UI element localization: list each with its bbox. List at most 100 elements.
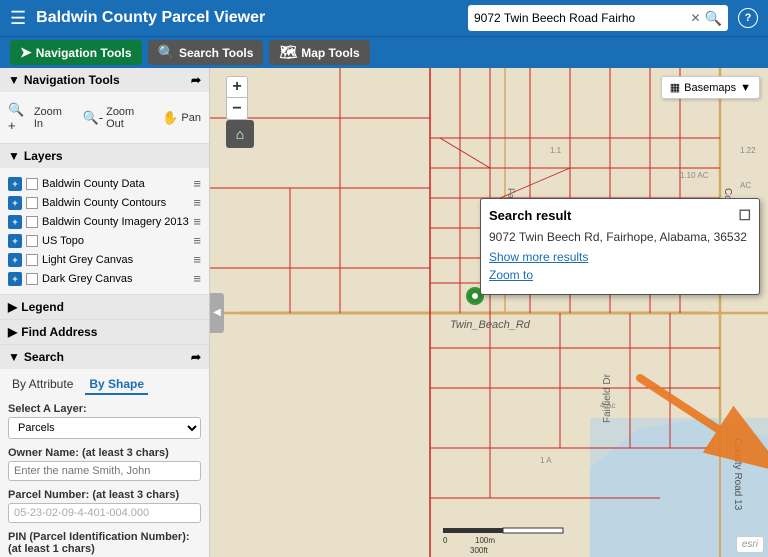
- find-address-header[interactable]: ▶ Find Address: [0, 320, 209, 344]
- popup-address: 9072 Twin Beech Rd, Fairhope, Alabama, 3…: [489, 230, 751, 244]
- layer-menu-5[interactable]: ≡: [193, 271, 201, 286]
- map-area[interactable]: Fairfield Dr Twin_Beach_Rd County Road C…: [210, 68, 768, 557]
- search-tabs: By Attribute By Shape: [8, 375, 201, 395]
- layer-checkbox-1[interactable]: [26, 197, 38, 209]
- legend-arrow-icon: ▶: [8, 300, 17, 314]
- layer-toggle-5[interactable]: +: [8, 272, 22, 286]
- show-more-results-link[interactable]: Show more results: [489, 250, 751, 264]
- esri-badge: esri: [736, 536, 764, 553]
- layer-item-2: + Baldwin County Imagery 2013 ≡: [8, 212, 201, 231]
- layer-toggle-1[interactable]: +: [8, 196, 22, 210]
- sidebar: ▼ Navigation Tools ➦ 🔍+ Zoom In 🔍- Zoom …: [0, 68, 210, 557]
- layers-section-label: Layers: [24, 149, 201, 163]
- svg-text:AC: AC: [740, 181, 751, 190]
- layers-header[interactable]: ▼ Layers: [0, 144, 209, 168]
- layer-item-0: + Baldwin County Data ≡: [8, 174, 201, 193]
- layer-checkbox-0[interactable]: [26, 178, 38, 190]
- address-search-input[interactable]: [474, 11, 691, 25]
- basemap-label: Basemaps: [684, 82, 736, 94]
- basemap-chevron-icon: ▼: [740, 82, 751, 94]
- map-svg: Fairfield Dr Twin_Beach_Rd County Road C…: [210, 68, 768, 557]
- layer-toggle-0[interactable]: +: [8, 177, 22, 191]
- search-clear-icon[interactable]: ✕: [691, 11, 701, 25]
- nav-share-icon: ➦: [191, 73, 201, 87]
- legend-header[interactable]: ▶ Legend: [0, 295, 209, 319]
- zoom-out-label: Zoom Out: [106, 106, 152, 130]
- owner-name-label: Owner Name: (at least 3 chars): [8, 447, 201, 459]
- svg-text:1 A: 1 A: [540, 456, 552, 465]
- layer-toggle-3[interactable]: +: [8, 234, 22, 248]
- select-layer-label: Select A Layer:: [8, 403, 201, 415]
- pan-tool[interactable]: ✋ Pan: [162, 110, 201, 126]
- help-button[interactable]: ?: [738, 8, 758, 28]
- basemap-button[interactable]: ▦ Basemaps ▼: [661, 76, 760, 99]
- layer-item-4: + Light Grey Canvas ≡: [8, 250, 201, 269]
- layer-name-1: Baldwin County Contours: [42, 197, 189, 209]
- collapse-sidebar-button[interactable]: ◀: [210, 293, 224, 333]
- home-button[interactable]: ⌂: [226, 120, 254, 148]
- nav-tools-header[interactable]: ▼ Navigation Tools ➦: [0, 68, 209, 92]
- nav-tools-button[interactable]: ➤ Navigation Tools: [10, 40, 142, 65]
- layer-item-5: + Dark Grey Canvas ≡: [8, 269, 201, 288]
- search-arrow-icon: ▼: [8, 350, 20, 364]
- pan-icon: ✋: [162, 110, 178, 126]
- find-address-arrow-icon: ▶: [8, 325, 17, 339]
- layer-name-2: Baldwin County Imagery 2013: [42, 216, 189, 228]
- app-title: Baldwin County Parcel Viewer: [36, 9, 458, 27]
- popup-close-button[interactable]: ☐: [738, 207, 751, 224]
- tab-by-shape[interactable]: By Shape: [85, 375, 148, 395]
- layer-checkbox-2[interactable]: [26, 216, 38, 228]
- legend-section: ▶ Legend: [0, 295, 209, 320]
- layer-checkbox-4[interactable]: [26, 254, 38, 266]
- toolbar: ➤ Navigation Tools 🔍 Search Tools 🗺 Map …: [0, 36, 768, 68]
- header: ☰ Baldwin County Parcel Viewer ✕ 🔍 ?: [0, 0, 768, 36]
- zoom-to-link[interactable]: Zoom to: [489, 268, 751, 282]
- layer-toggle-4[interactable]: +: [8, 253, 22, 267]
- nav-tools-label: Navigation Tools: [36, 46, 132, 60]
- layer-menu-4[interactable]: ≡: [193, 252, 201, 267]
- pin-label: PIN (Parcel Identification Number): (at …: [8, 531, 201, 555]
- search-tools-label: Search Tools: [179, 46, 253, 60]
- layer-select[interactable]: Parcels: [8, 417, 201, 439]
- find-address-label: Find Address: [21, 325, 201, 339]
- parcel-number-label: Parcel Number: (at least 3 chars): [8, 489, 201, 501]
- parcel-number-input[interactable]: [8, 503, 201, 523]
- search-section: ▼ Search ➦ By Attribute By Shape Select …: [0, 345, 209, 557]
- search-icon[interactable]: 🔍: [705, 10, 722, 27]
- search-section-header[interactable]: ▼ Search ➦: [0, 345, 209, 369]
- layer-menu-1[interactable]: ≡: [193, 195, 201, 210]
- layer-checkbox-5[interactable]: [26, 273, 38, 285]
- search-result-popup: Search result ☐ 9072 Twin Beech Rd, Fair…: [480, 198, 760, 295]
- nav-tools-row: 🔍+ Zoom In 🔍- Zoom Out ✋ Pan: [8, 98, 201, 137]
- svg-text:0: 0: [443, 536, 448, 545]
- layer-menu-0[interactable]: ≡: [193, 176, 201, 191]
- zoom-in-button[interactable]: +: [226, 76, 248, 98]
- search-tools-icon: 🔍: [158, 44, 175, 61]
- map-tools-label: Map Tools: [301, 46, 359, 60]
- zoom-out-icon: 🔍-: [83, 110, 104, 126]
- layer-name-4: Light Grey Canvas: [42, 254, 189, 266]
- layers-section: ▼ Layers + Baldwin County Data ≡ + Baldw…: [0, 144, 209, 295]
- layer-menu-3[interactable]: ≡: [193, 233, 201, 248]
- search-tools-button[interactable]: 🔍 Search Tools: [148, 40, 264, 65]
- zoom-out-tool[interactable]: 🔍- Zoom Out: [83, 106, 153, 130]
- map-tools-button[interactable]: 🗺 Map Tools: [269, 40, 369, 65]
- svg-text:1.22: 1.22: [740, 146, 756, 155]
- owner-name-input[interactable]: [8, 461, 201, 481]
- tab-by-attribute[interactable]: By Attribute: [8, 375, 77, 395]
- search-section-label: Search: [24, 350, 191, 364]
- popup-title: Search result: [489, 208, 571, 223]
- layer-item-3: + US Topo ≡: [8, 231, 201, 250]
- search-share-icon: ➦: [191, 350, 201, 364]
- menu-icon[interactable]: ☰: [10, 8, 26, 29]
- legend-section-label: Legend: [21, 300, 201, 314]
- layer-menu-2[interactable]: ≡: [193, 214, 201, 229]
- layer-toggle-2[interactable]: +: [8, 215, 22, 229]
- layer-checkbox-3[interactable]: [26, 235, 38, 247]
- zoom-controls: + −: [226, 76, 248, 120]
- zoom-in-tool[interactable]: 🔍+ Zoom In: [8, 102, 73, 133]
- find-address-section: ▶ Find Address: [0, 320, 209, 345]
- svg-text:1.1: 1.1: [550, 146, 562, 155]
- zoom-out-button[interactable]: −: [226, 98, 248, 120]
- nav-tools-content: 🔍+ Zoom In 🔍- Zoom Out ✋ Pan: [0, 92, 209, 143]
